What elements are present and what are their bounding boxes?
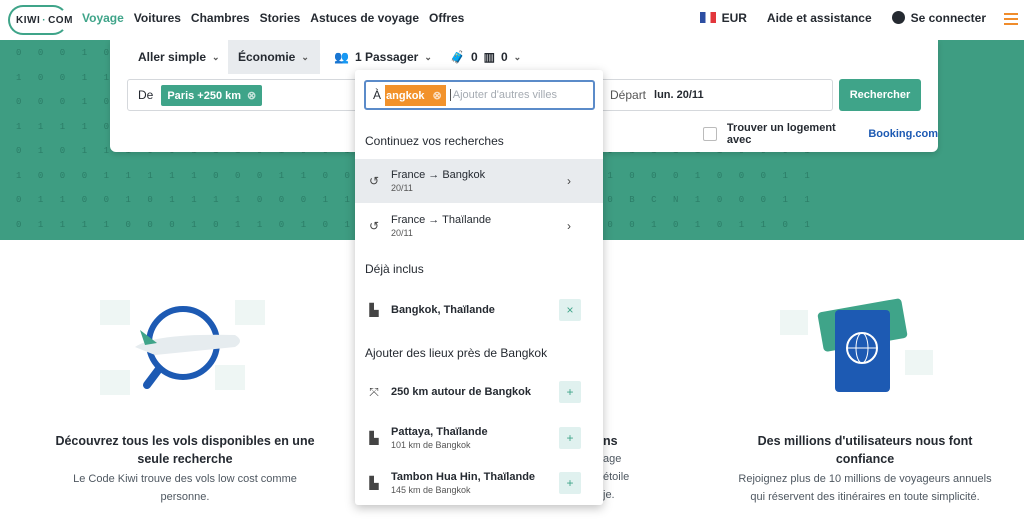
remove-icon[interactable]: × [559,299,581,321]
bags-select[interactable]: 🧳 0 ▥ 0 ⌄ [440,40,531,74]
login-button[interactable]: Se connecter [891,11,986,25]
add-icon[interactable]: + [559,427,581,449]
cabin-bag-icon: 🧳 [450,50,465,64]
feature-search: Découvrez tous les vols disponibles en u… [55,434,315,503]
nav-chambres[interactable]: Chambres [191,11,250,25]
booking-option[interactable]: Trouver un logement avec Booking.com [703,122,938,146]
add-icon[interactable]: + [559,381,581,403]
currency-selector[interactable]: EUR [699,11,747,25]
nearby-title: Ajouter des lieux près de Bangkok [365,346,548,360]
chevron-down-icon: ⌄ [301,51,309,62]
city-icon: ▙ [369,476,379,490]
france-flag-icon [699,12,716,23]
origin-chip[interactable]: Paris +250 km ⊗ [161,84,263,106]
chevron-right-icon: › [567,219,571,233]
booking-brand: Booking.com [868,128,938,140]
plane-magnifier-illustration [100,300,265,395]
included-item: ▙ Bangkok, Thaïlande × [355,288,603,332]
nav-astuces[interactable]: Astuces de voyage [310,11,419,25]
feature-trust: Des millions d'utilisateurs nous font co… [738,434,992,503]
main-nav: Voyage Voitures Chambres Stories Astuces… [82,11,464,25]
chevron-down-icon: ⌄ [513,51,522,62]
nav-voitures[interactable]: Voitures [134,11,181,25]
expand-radius-icon: ⤧ [369,384,379,399]
destination-input[interactable]: Àangkok ⊗ Ajouter d'autres villes [364,80,595,110]
city-icon: ▙ [369,431,379,445]
passenger-select[interactable]: 👥 1 Passager ⌄ [324,40,442,74]
trip-type-select[interactable]: Aller simple ⌄ [128,40,230,74]
destination-placeholder: Ajouter d'autres villes [449,89,557,101]
history-icon: ↺ [368,174,380,188]
departure-label: Départ [610,88,647,102]
nearby-item[interactable]: ⤧ 250 km autour de Bangkok + [355,370,603,414]
passenger-icon: 👥 [334,50,349,64]
checked-bag-icon: ▥ [483,50,495,64]
search-button[interactable]: Rechercher [839,79,921,111]
nearby-item[interactable]: ▙ Tambon Hua Hin, Thaïlande 145 km de Bang… [355,461,603,505]
city-icon: ▙ [369,303,379,317]
top-navigation: KIWI · COM Voyage Voitures Chambres Storie… [0,0,1024,40]
remove-chip-icon[interactable]: ⊗ [433,90,442,102]
recent-title: Continuez vos recherches [365,134,504,148]
chevron-down-icon: ⌄ [424,51,432,62]
chevron-down-icon: ⌄ [212,51,220,62]
kiwi-logo[interactable]: KIWI · COM [8,5,72,35]
user-icon [891,11,905,24]
destination-chip[interactable]: angkok ⊗ [385,84,446,106]
destination-dropdown: Àangkok ⊗ Ajouter d'autres villes Continue… [355,70,603,505]
hamburger-menu-icon[interactable] [1004,13,1018,28]
help-link[interactable]: Aide et assistance [767,11,872,25]
origin-field[interactable]: De Paris +250 km ⊗ [127,79,367,111]
nav-offres[interactable]: Offres [429,11,464,25]
remove-chip-icon[interactable]: ⊗ [247,90,256,102]
included-title: Déjà inclus [365,262,424,276]
currency-label: EUR [721,11,747,25]
departure-value: lun. 20/11 [654,89,704,101]
recent-search-item[interactable]: ↺ France → Bangkok 20/11 › [355,159,603,203]
passport-illustration [780,298,933,392]
origin-label: De [138,88,154,102]
feature-partial: ns age étoile je. [603,434,630,501]
nav-stories[interactable]: Stories [260,11,301,25]
login-label: Se connecter [910,11,986,25]
booking-checkbox[interactable] [703,127,717,141]
chevron-right-icon: › [567,174,571,188]
recent-search-item[interactable]: ↺ France → Thaïlande 20/11 › [355,204,603,248]
nav-voyage[interactable]: Voyage [82,11,124,25]
cabin-select[interactable]: Économie ⌄ [228,40,320,74]
nearby-item[interactable]: ▙ Pattaya, Thaïlande 101 km de Bangkok + [355,416,603,460]
history-icon: ↺ [368,219,380,233]
departure-field[interactable]: Départ lun. 20/11 [600,79,833,111]
add-icon[interactable]: + [559,472,581,494]
